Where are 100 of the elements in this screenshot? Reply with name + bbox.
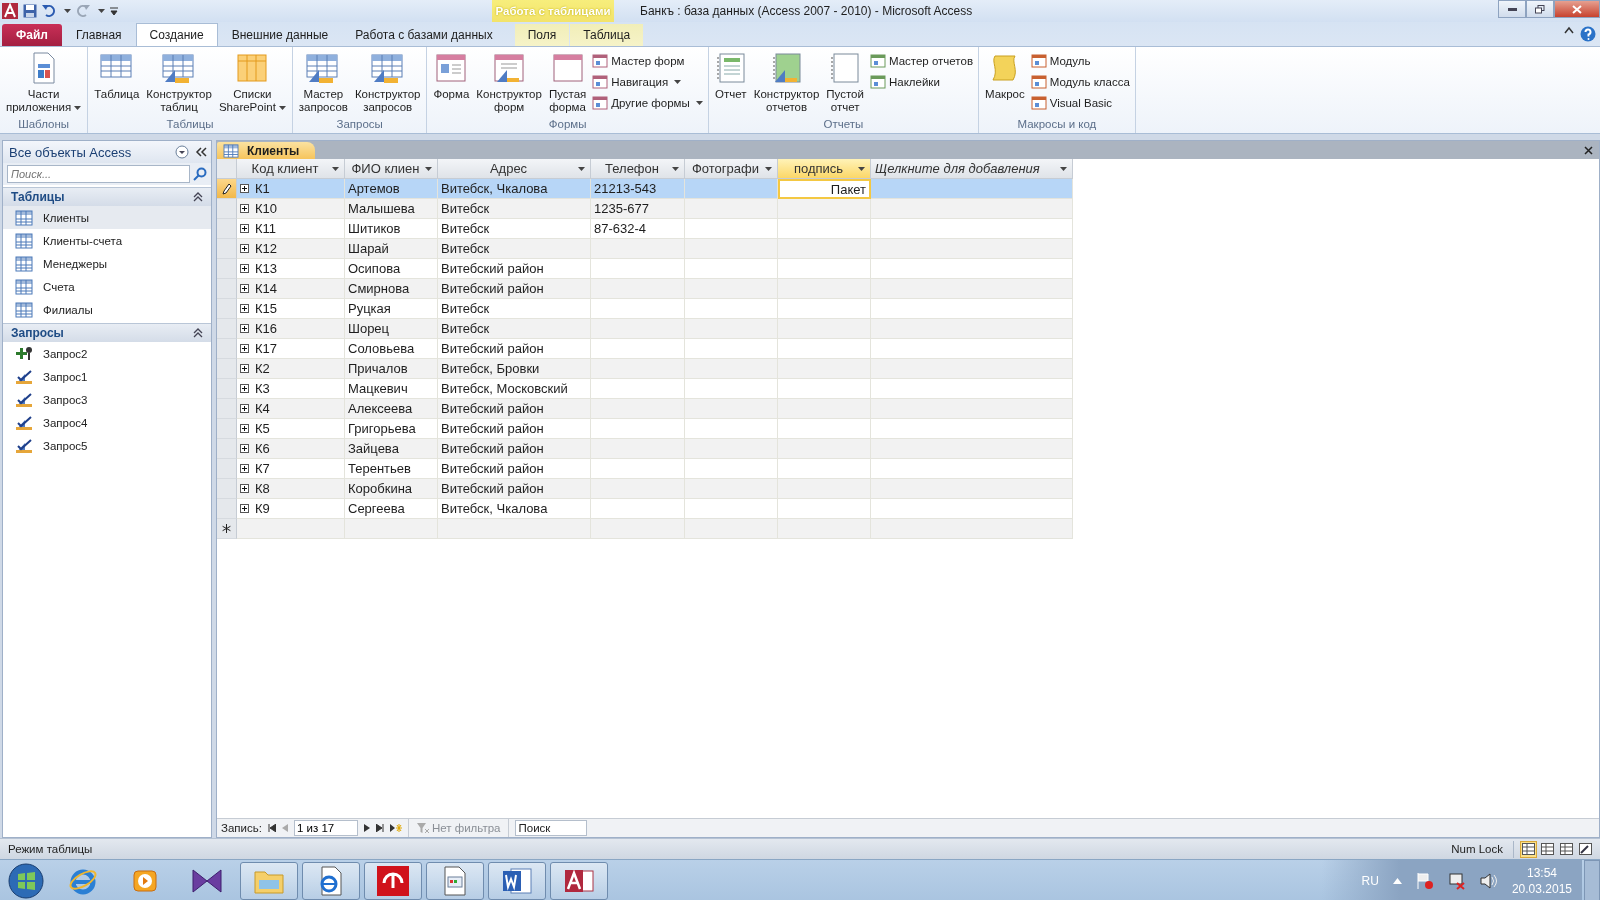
view-button[interactable] (1577, 840, 1594, 858)
ribbon-button[interactable]: Пустой отчет (823, 49, 867, 117)
ribbon-button[interactable]: Конструктор запросов (351, 49, 424, 117)
ribbon-button[interactable]: Конструктор таблиц (143, 49, 215, 117)
ribbon-tab[interactable]: Таблица (570, 24, 644, 46)
undo-button[interactable] (42, 4, 56, 18)
expand-icon[interactable] (240, 304, 249, 313)
ribbon-button[interactable]: Мастер форм (590, 52, 705, 70)
taskbar-button[interactable] (550, 862, 608, 900)
record-position-field[interactable]: 1 из 17 (293, 820, 358, 836)
ribbon-button[interactable]: Навигация (590, 73, 705, 91)
ribbon-button[interactable]: Части приложения (3, 49, 85, 117)
expand-icon[interactable] (240, 184, 249, 193)
next-record-button[interactable] (363, 824, 370, 832)
ribbon-button[interactable]: Форма (430, 49, 473, 104)
expand-icon[interactable] (240, 324, 249, 333)
ribbon-tab[interactable]: Поля (514, 24, 570, 46)
ribbon-tab[interactable]: Создание (135, 23, 218, 46)
nav-item[interactable]: Запрос2 (3, 342, 211, 365)
start-button[interactable] (8, 863, 44, 899)
flag-icon[interactable] (1415, 872, 1434, 890)
ribbon-button[interactable]: Отчет (711, 49, 750, 104)
ribbon-button[interactable]: Конструктор форм (473, 49, 545, 117)
expand-icon[interactable] (240, 484, 249, 493)
search-field[interactable]: Поиск (515, 820, 588, 836)
nav-item[interactable]: Менеджеры (3, 252, 211, 275)
ribbon-tab[interactable]: Внешние данные (218, 24, 342, 46)
expand-icon[interactable] (240, 444, 249, 453)
help-button[interactable] (1580, 26, 1596, 42)
nav-item[interactable]: Запрос3 (3, 388, 211, 411)
view-button[interactable] (1520, 840, 1537, 858)
new-record-button[interactable] (389, 824, 402, 832)
search-field[interactable]: Поиск... (7, 165, 190, 183)
expand-icon[interactable] (240, 244, 249, 253)
first-record-button[interactable] (267, 824, 276, 832)
expand-icon[interactable] (240, 364, 249, 373)
last-record-button[interactable] (375, 824, 384, 832)
nav-item[interactable]: Клиенты-счета (3, 229, 211, 252)
close-button[interactable] (1554, 0, 1600, 18)
taskbar-button[interactable] (302, 862, 360, 900)
restore-button[interactable] (1526, 0, 1554, 18)
collapse-pane-button[interactable] (195, 147, 207, 157)
ribbon-button[interactable]: Visual Basic (1028, 94, 1132, 112)
taskbar-button[interactable] (364, 862, 422, 900)
nav-item[interactable]: Филиалы (3, 298, 211, 321)
save-button[interactable] (23, 4, 37, 18)
expand-icon[interactable] (240, 284, 249, 293)
column-header[interactable]: ФИО клиен (345, 159, 438, 179)
show-hidden-icons-icon[interactable] (1392, 878, 1402, 884)
ribbon-button[interactable]: Конструктор отчетов (750, 49, 823, 117)
network-icon[interactable] (1447, 872, 1466, 890)
column-header[interactable]: Адрес (438, 159, 591, 179)
view-button[interactable] (1539, 840, 1556, 858)
record-selector[interactable] (217, 179, 237, 199)
column-header[interactable]: Код клиент (237, 159, 345, 179)
document-tab[interactable]: Клиенты (217, 142, 316, 159)
ribbon-button[interactable]: Пустая форма (545, 49, 590, 117)
close-document-button[interactable] (1584, 145, 1593, 155)
column-header[interactable]: Телефон (591, 159, 685, 179)
ribbon-button[interactable]: Другие формы (590, 94, 705, 112)
ribbon-button[interactable]: Модуль класса (1028, 73, 1132, 91)
view-button[interactable] (1558, 840, 1575, 858)
expand-icon[interactable] (240, 504, 249, 513)
column-header[interactable]: Щелкните для добавления (871, 159, 1073, 179)
minimize-button[interactable] (1498, 0, 1526, 18)
expand-icon[interactable] (240, 424, 249, 433)
taskbar-button[interactable] (240, 862, 298, 900)
nav-item[interactable]: Запрос5 (3, 434, 211, 457)
expand-icon[interactable] (240, 224, 249, 233)
expand-icon[interactable] (240, 464, 249, 473)
ribbon-tab[interactable]: Файл (2, 24, 62, 46)
nav-item[interactable]: Запрос1 (3, 365, 211, 388)
ribbon-button[interactable]: Макрос (982, 49, 1028, 104)
column-header[interactable]: подпись (778, 159, 871, 179)
ribbon-tab[interactable]: Главная (62, 24, 135, 46)
column-header[interactable]: Фотографи (685, 159, 778, 179)
nav-menu-button[interactable] (175, 145, 189, 159)
expand-icon[interactable] (240, 344, 249, 353)
customize-toolbar-button[interactable] (110, 6, 118, 16)
expand-icon[interactable] (240, 264, 249, 273)
ribbon-button[interactable]: Мастер запросов (295, 49, 351, 117)
nav-item[interactable]: Счета (3, 275, 211, 298)
taskbar-button[interactable] (488, 862, 546, 900)
expand-icon[interactable] (240, 404, 249, 413)
section-toggle[interactable] (193, 328, 203, 338)
new-record-selector[interactable] (217, 519, 237, 539)
speaker-icon[interactable] (1479, 873, 1498, 889)
report-icon (829, 52, 862, 84)
nav-item[interactable]: Запрос4 (3, 411, 211, 434)
ribbon-button[interactable]: Модуль (1028, 52, 1132, 70)
ribbon-tab[interactable]: Работа с базами данных (342, 24, 506, 46)
ribbon-button[interactable]: Наклейки (867, 73, 975, 91)
ribbon-button[interactable]: Списки SharePoint (215, 49, 289, 117)
expand-icon[interactable] (240, 384, 249, 393)
ribbon-button[interactable]: Таблица (91, 49, 143, 104)
nav-item[interactable]: Клиенты (3, 206, 211, 229)
section-toggle[interactable] (193, 192, 203, 202)
expand-icon[interactable] (240, 204, 249, 213)
taskbar-button[interactable] (426, 862, 484, 900)
ribbon-button[interactable]: Мастер отчетов (867, 52, 975, 70)
